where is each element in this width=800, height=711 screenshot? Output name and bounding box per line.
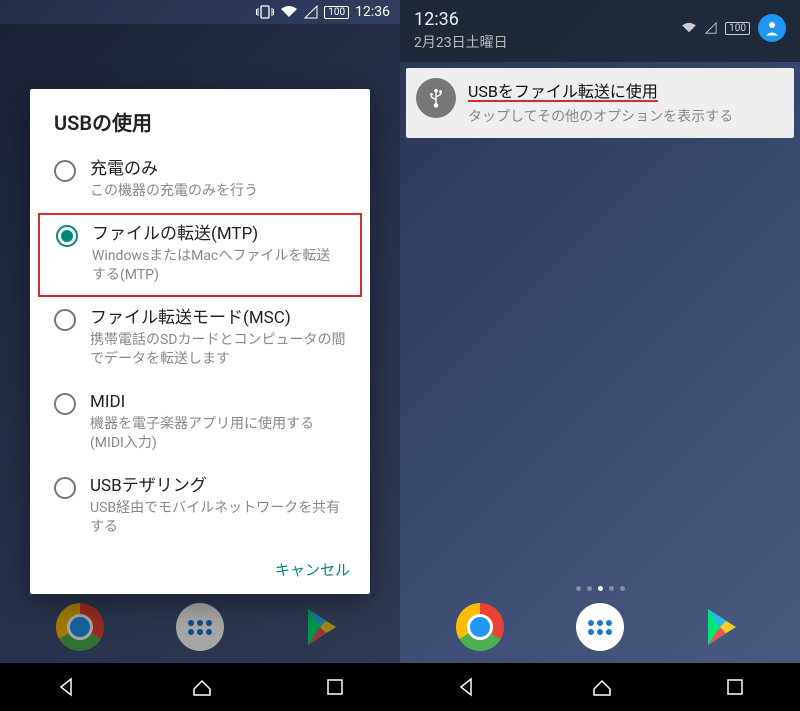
dialog-title: USBの使用 bbox=[34, 107, 366, 148]
nav-back-icon[interactable] bbox=[455, 675, 479, 699]
usb-dialog: USBの使用 充電のみこの機器の充電のみを行うファイルの転送(MTP)Windo… bbox=[30, 89, 370, 593]
usb-option-0[interactable]: 充電のみこの機器の充電のみを行う bbox=[34, 148, 366, 213]
nav-home-icon[interactable] bbox=[590, 675, 614, 699]
radio-icon bbox=[56, 225, 78, 247]
option-subtitle: WindowsまたはMacへファイルを転送する(MTP) bbox=[92, 247, 344, 285]
nav-recent-icon[interactable] bbox=[325, 677, 345, 697]
pager-dot bbox=[576, 586, 581, 591]
dialog-overlay: USBの使用 充電のみこの機器の充電のみを行うファイルの転送(MTP)Windo… bbox=[0, 24, 400, 663]
usb-option-2[interactable]: ファイル転送モード(MSC)携帯電話のSDカードとコンピュータの間でデータを転送… bbox=[34, 297, 366, 381]
usb-option-1[interactable]: ファイルの転送(MTP)WindowsまたはMacへファイルを転送する(MTP) bbox=[38, 213, 362, 297]
wifi-icon bbox=[681, 19, 697, 38]
pager-dot bbox=[587, 586, 592, 591]
usb-option-4[interactable]: USBテザリングUSB経由でモバイルネットワークを共有する bbox=[34, 465, 366, 549]
dock bbox=[400, 603, 800, 651]
cancel-button[interactable]: キャンセル bbox=[275, 559, 350, 580]
option-subtitle: この機器の充電のみを行う bbox=[90, 182, 258, 201]
wifi-icon bbox=[280, 5, 298, 19]
chrome-icon[interactable] bbox=[456, 603, 504, 651]
shade-time: 12:36 bbox=[414, 10, 508, 30]
shade-date: 2月23日土曜日 bbox=[414, 32, 508, 52]
option-subtitle: 機器を電子楽器アプリ用に使用する(MIDI入力) bbox=[90, 415, 346, 453]
vibrate-icon bbox=[256, 5, 274, 19]
battery-indicator: 100 bbox=[725, 22, 750, 35]
usb-icon bbox=[416, 78, 456, 118]
phone-right: 12:36 2月23日土曜日 100 USBをファイル転送に使用 タップしてその… bbox=[400, 0, 800, 711]
option-subtitle: USB経由でモバイルネットワークを共有する bbox=[90, 499, 346, 537]
nav-home-icon[interactable] bbox=[190, 675, 214, 699]
signal-icon bbox=[705, 19, 717, 38]
radio-icon bbox=[54, 309, 76, 331]
usb-notification[interactable]: USBをファイル転送に使用 タップしてその他のオプションを表示する bbox=[406, 68, 794, 138]
nav-back-icon[interactable] bbox=[55, 675, 79, 699]
pager-dot bbox=[598, 586, 603, 591]
radio-icon bbox=[54, 477, 76, 499]
radio-icon bbox=[54, 393, 76, 415]
status-bar: 100 12:36 bbox=[0, 0, 400, 24]
signal-icon bbox=[304, 5, 318, 19]
nav-recent-icon[interactable] bbox=[725, 677, 745, 697]
option-title: 充電のみ bbox=[90, 158, 258, 180]
option-title: USBテザリング bbox=[90, 475, 346, 497]
navigation-bar bbox=[0, 663, 400, 711]
usb-option-3[interactable]: MIDI機器を電子楽器アプリ用に使用する(MIDI入力) bbox=[34, 381, 366, 465]
option-subtitle: 携帯電話のSDカードとコンピュータの間でデータを転送します bbox=[90, 331, 346, 369]
play-store-icon[interactable] bbox=[696, 603, 744, 651]
notification-title: USBをファイル転送に使用 bbox=[468, 78, 733, 102]
pager-dot bbox=[609, 586, 614, 591]
page-indicator bbox=[400, 586, 800, 591]
notification-shade-header: 12:36 2月23日土曜日 100 bbox=[400, 0, 800, 62]
status-time: 12:36 bbox=[355, 4, 390, 20]
option-title: MIDI bbox=[90, 391, 346, 413]
navigation-bar bbox=[400, 663, 800, 711]
pager-dot bbox=[620, 586, 625, 591]
battery-indicator: 100 bbox=[324, 6, 349, 19]
notification-subtitle: タップしてその他のオプションを表示する bbox=[468, 106, 733, 126]
profile-icon[interactable] bbox=[758, 14, 786, 42]
app-drawer-icon[interactable] bbox=[576, 603, 624, 651]
radio-icon bbox=[54, 160, 76, 182]
option-title: ファイル転送モード(MSC) bbox=[90, 307, 346, 329]
phone-left: 100 12:36 USBの使用 充電のみこの機器の充電のみを行うファイルの転送… bbox=[0, 0, 400, 711]
option-title: ファイルの転送(MTP) bbox=[92, 223, 344, 245]
